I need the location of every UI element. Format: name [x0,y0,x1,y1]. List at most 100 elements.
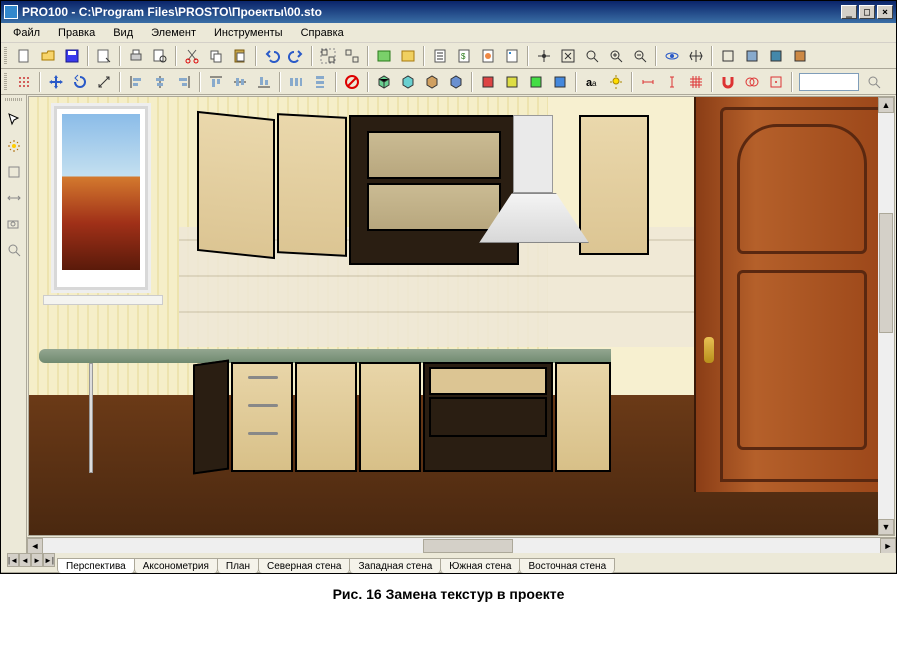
center-button[interactable] [533,45,555,67]
render-solid-button[interactable] [741,45,763,67]
block-red-button[interactable] [477,71,499,93]
copy-button[interactable] [205,45,227,67]
menubar: Файл Правка Вид Элемент Инструменты Спра… [1,23,896,43]
scroll-right-button[interactable]: ► [880,538,896,554]
box-back-button[interactable] [397,71,419,93]
align-bottom-button[interactable] [253,71,275,93]
tab-south-wall[interactable]: Южная стена [440,558,520,573]
scrollbar-vertical[interactable]: ▲ ▼ [878,97,894,535]
light-tool-button[interactable] [3,135,25,157]
dim-h-button[interactable] [637,71,659,93]
app-window: PRO100 - C:\Program Files\PROSTO\Проекты… [0,0,897,574]
menu-help[interactable]: Справка [293,25,352,41]
tab-nav-first[interactable]: |◄ [7,553,19,567]
box-front-button[interactable] [373,71,395,93]
magnet-button[interactable] [717,71,739,93]
align-top-button[interactable] [205,71,227,93]
tab-north-wall[interactable]: Северная стена [258,558,351,573]
tab-axonometry[interactable]: Аксонометрия [134,558,218,573]
distribute-h-button[interactable] [285,71,307,93]
zoom-out-button[interactable] [629,45,651,67]
text-tool-button[interactable]: aa [581,71,603,93]
snap-grid-button[interactable] [765,71,787,93]
box-left-button[interactable] [421,71,443,93]
library-button[interactable] [373,45,395,67]
measure-tool-button[interactable] [3,239,25,261]
viewport-3d[interactable]: ▲ ▼ [28,96,895,536]
move-tool-button[interactable] [45,71,67,93]
window-title: PRO100 - C:\Program Files\PROSTO\Проекты… [22,5,322,19]
close-button[interactable]: × [877,5,893,19]
scroll-down-button[interactable]: ▼ [878,519,894,535]
align-left-button[interactable] [125,71,147,93]
menu-edit[interactable]: Правка [50,25,103,41]
camera-tool-button[interactable] [3,213,25,235]
workarea: ▲ ▼ ◄ ► [1,95,896,553]
align-middle-button[interactable] [229,71,251,93]
menu-element[interactable]: Элемент [143,25,204,41]
minimize-button[interactable]: _ [841,5,857,19]
no-action-icon[interactable] [341,71,363,93]
select-tool-button[interactable] [3,109,25,131]
align-right-button[interactable] [173,71,195,93]
save-button[interactable] [61,45,83,67]
render-shade-button[interactable] [765,45,787,67]
menu-file[interactable]: Файл [5,25,48,41]
tab-perspective[interactable]: Перспектива [57,558,135,573]
box-right-button[interactable] [445,71,467,93]
render-wire-button[interactable] [717,45,739,67]
block-yellow-button[interactable] [501,71,523,93]
price-button[interactable]: $ [453,45,475,67]
zoom-100-button[interactable] [581,45,603,67]
tab-nav-prev[interactable]: ◄ [19,553,31,567]
list-button[interactable] [501,45,523,67]
catalog-button[interactable] [397,45,419,67]
svg-text:a: a [592,79,597,88]
tab-nav-last[interactable]: ►| [43,553,55,567]
scroll-up-button[interactable]: ▲ [878,97,894,113]
new-button[interactable] [13,45,35,67]
zoom-tool-button[interactable] [863,71,885,93]
pan-button[interactable] [685,45,707,67]
tab-nav-next[interactable]: ► [31,553,43,567]
redo-button[interactable] [285,45,307,67]
scale-tool-button[interactable] [93,71,115,93]
print-preview-button[interactable] [149,45,171,67]
scroll-left-button[interactable]: ◄ [27,538,43,554]
job-button[interactable] [477,45,499,67]
tab-plan[interactable]: План [217,558,259,573]
dim-v-button[interactable] [661,71,683,93]
grid-button[interactable] [685,71,707,93]
zoom-combo[interactable] [799,73,859,91]
orbit-button[interactable] [661,45,683,67]
zoom-in-button[interactable] [605,45,627,67]
report-button[interactable] [429,45,451,67]
menu-view[interactable]: Вид [105,25,141,41]
toolbar-edit: aa [1,69,896,95]
render-texture-button[interactable] [789,45,811,67]
maximize-button[interactable]: □ [859,5,875,19]
menu-tools[interactable]: Инструменты [206,25,291,41]
snap-button[interactable] [13,71,35,93]
group-button[interactable] [317,45,339,67]
scrollbar-horizontal[interactable]: ◄ ► [27,537,896,553]
print-button[interactable] [125,45,147,67]
block-green-button[interactable] [525,71,547,93]
open-button[interactable] [37,45,59,67]
rotate-tool-button[interactable] [69,71,91,93]
dimension-tool-button[interactable] [3,187,25,209]
distribute-v-button[interactable] [309,71,331,93]
tab-west-wall[interactable]: Западная стена [349,558,441,573]
align-center-h-button[interactable] [149,71,171,93]
undo-button[interactable] [261,45,283,67]
element-tool-button[interactable] [3,161,25,183]
block-blue-button[interactable] [549,71,571,93]
cut-button[interactable] [181,45,203,67]
collision-button[interactable] [741,71,763,93]
light-button[interactable] [605,71,627,93]
ungroup-button[interactable] [341,45,363,67]
paste-button[interactable] [229,45,251,67]
tab-east-wall[interactable]: Восточная стена [519,558,615,573]
zoom-fit-button[interactable] [557,45,579,67]
properties-button[interactable] [93,45,115,67]
